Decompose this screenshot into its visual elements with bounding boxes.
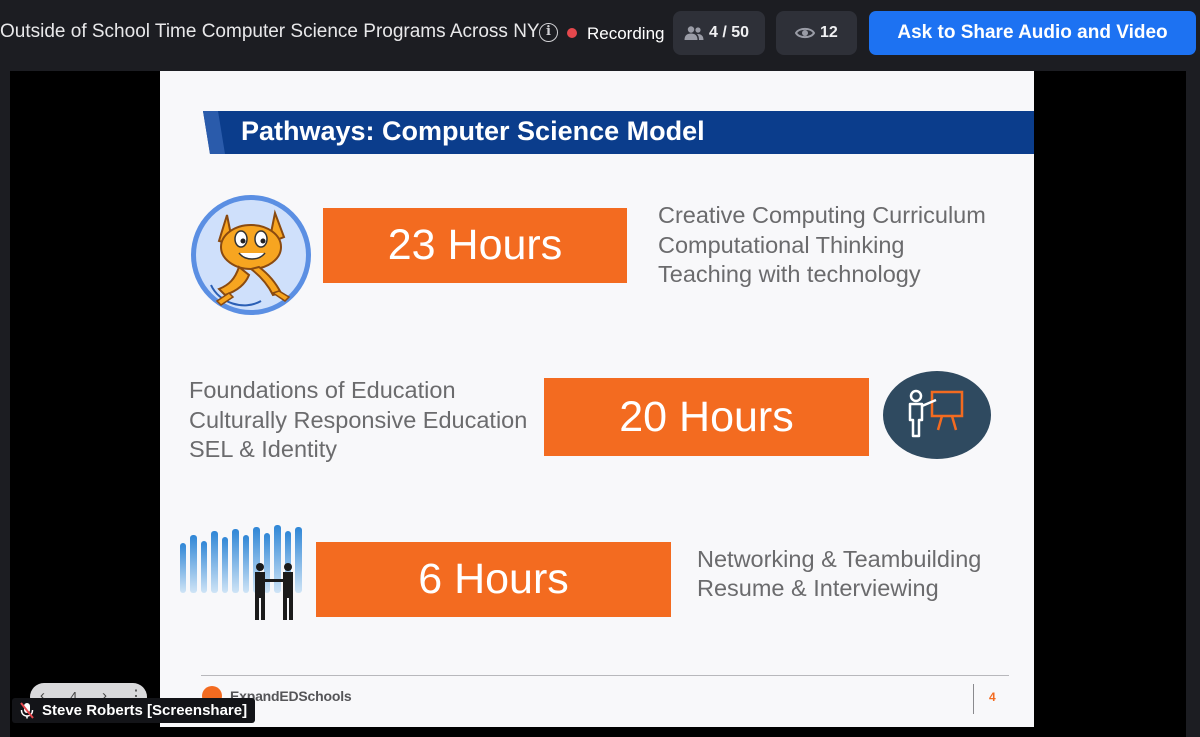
top-bar: Outside of School Time Computer Science … — [0, 0, 1200, 66]
topic-item: Computational Thinking — [658, 231, 905, 258]
participants-count: 4 / 50 — [709, 24, 750, 41]
eye-icon — [795, 27, 815, 39]
viewers-count: 12 — [820, 24, 838, 41]
hours-box-23: 23 Hours — [323, 208, 627, 283]
topic-item: Resume & Interviewing — [697, 575, 939, 601]
presentation-slide: Pathways: Computer Science Model 23 Hour… — [160, 71, 1034, 727]
topic-item: Creative Computing Curriculum — [658, 202, 986, 228]
slide-title: Pathways: Computer Science Model — [241, 116, 705, 146]
meeting-title: Outside of School Time Computer Science … — [0, 21, 540, 42]
info-icon[interactable]: i — [539, 23, 558, 42]
topic-item: Teaching with technology — [658, 261, 921, 287]
teacher-icon — [883, 371, 991, 459]
recording-label: Recording — [587, 24, 665, 43]
topic-list-3: Networking & Teambuilding Resume & Inter… — [697, 545, 981, 603]
presenter-name: Steve Roberts [Screenshare] — [42, 702, 248, 719]
scratch-cat-icon — [191, 195, 311, 315]
slide-page-number: 4 — [989, 690, 996, 704]
hours-box-6: 6 Hours — [316, 542, 671, 617]
viewers-button[interactable]: 12 — [776, 11, 857, 55]
topic-list-2: Foundations of Education Culturally Resp… — [189, 376, 527, 465]
people-icon — [684, 26, 704, 40]
recording-dot-icon — [567, 28, 577, 38]
topic-item: Culturally Responsive Education — [189, 406, 528, 433]
slide-footer-line — [201, 675, 1009, 676]
topic-item: Foundations of Education — [189, 377, 456, 403]
topic-item: SEL & Identity — [189, 436, 338, 462]
business-people-image — [176, 523, 311, 635]
footer-divider — [973, 684, 974, 714]
ask-to-share-button[interactable]: Ask to Share Audio and Video — [869, 11, 1196, 55]
topic-item: Networking & Teambuilding — [697, 546, 982, 572]
presenter-name-tag: Steve Roberts [Screenshare] — [12, 698, 256, 723]
hours-box-20: 20 Hours — [544, 378, 869, 456]
topic-list-1: Creative Computing Curriculum Computatio… — [658, 201, 986, 290]
mic-muted-icon — [20, 702, 34, 719]
participants-button[interactable]: 4 / 50 — [673, 11, 765, 55]
